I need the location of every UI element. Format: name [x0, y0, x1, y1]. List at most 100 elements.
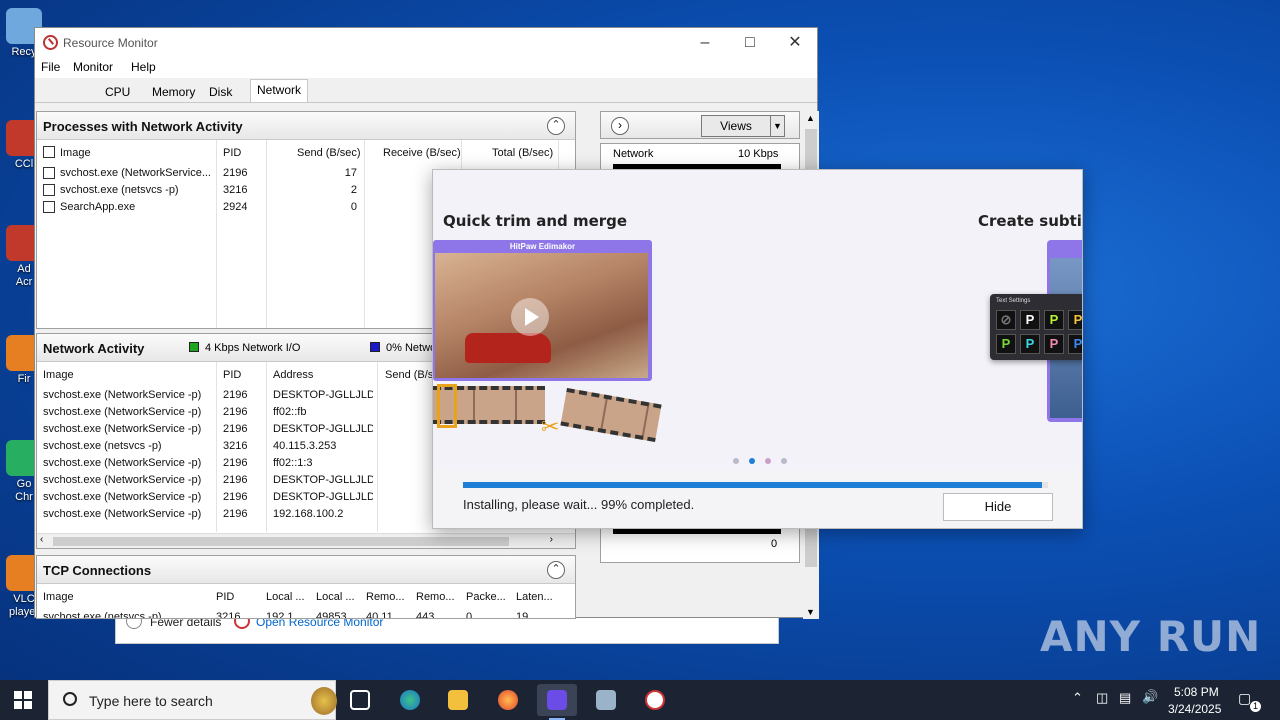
column-header[interactable]: Packe...: [466, 591, 506, 603]
tcp-panel-header[interactable]: TCP Connections ⌃: [37, 556, 575, 584]
maximize-button[interactable]: □: [730, 32, 770, 54]
column-header[interactable]: Remo...: [416, 591, 455, 603]
file-explorer-icon[interactable]: [438, 684, 478, 716]
cell-address: ff02::1:3: [273, 457, 313, 469]
carousel-dot[interactable]: [733, 458, 739, 464]
scroll-up-icon[interactable]: ▲: [806, 113, 815, 123]
resource-monitor-taskbar-icon[interactable]: [635, 684, 675, 716]
collapse-icon[interactable]: ⌃: [547, 117, 565, 135]
text-style-cyan: P: [1020, 334, 1040, 354]
cell-pid: 2196: [223, 389, 248, 401]
text-settings-label: Text Settings: [996, 298, 1031, 304]
network-icon[interactable]: ▤: [1119, 690, 1131, 706]
cell-send: 0: [350, 201, 357, 213]
carousel-dots[interactable]: [733, 453, 797, 467]
column-receive[interactable]: Receive (B/sec): [383, 147, 461, 159]
column-header[interactable]: Local ...: [316, 591, 355, 603]
cell-image: svchost.exe (NetworkService -p): [43, 491, 202, 503]
carousel-dot[interactable]: [765, 458, 771, 464]
text-settings-panel: Text Settings ⊘ P P P P P P P: [990, 294, 1082, 360]
title-bar[interactable]: Resource Monitor – □ ✕: [35, 28, 817, 58]
menu-file[interactable]: File: [41, 60, 60, 74]
search-placeholder: Type here to search: [89, 693, 213, 709]
scissors-icon: ✂: [541, 414, 560, 439]
scroll-thumb[interactable]: [53, 537, 509, 546]
firefox-icon[interactable]: [488, 684, 528, 716]
table-header: Image PID Send (B/sec) Receive (B/sec) T…: [37, 144, 575, 161]
clock-date[interactable]: 3/24/2025: [1168, 702, 1221, 716]
edge-icon[interactable]: [390, 684, 430, 716]
scroll-left-icon[interactable]: ‹: [40, 534, 43, 545]
column-header[interactable]: Remo...: [366, 591, 405, 603]
cell-address: DESKTOP-JGLLJLD: [273, 389, 373, 401]
close-button[interactable]: ✕: [775, 32, 815, 54]
tab-disk[interactable]: Disk: [203, 82, 238, 102]
slide-heading-subtitle: Create subtitle: [978, 212, 1082, 230]
installer-window: Quick trim and merge Create subtitle Hit…: [432, 169, 1083, 529]
column-header[interactable]: Laten...: [516, 591, 553, 603]
expand-icon[interactable]: ›: [611, 117, 629, 135]
show-hidden-icons[interactable]: ⌃: [1072, 690, 1083, 706]
column-pid[interactable]: PID: [223, 147, 241, 159]
cell-address: DESKTOP-JGLLJLD: [273, 474, 373, 486]
column-send[interactable]: Send (B/sec): [297, 147, 361, 159]
taskbar-search-box[interactable]: Type here to search: [48, 680, 337, 720]
cell-address: DESKTOP-JGLLJLD: [273, 491, 373, 503]
security-icon[interactable]: ◫: [1096, 690, 1108, 706]
cell-image: svchost.exe (netsvcs -p): [43, 611, 162, 619]
cell-pid: 3216: [223, 184, 248, 196]
carousel-dot[interactable]: [781, 458, 787, 464]
panel-title: TCP Connections: [43, 563, 152, 578]
tab-network[interactable]: Network: [250, 79, 309, 102]
minimize-button[interactable]: –: [685, 32, 725, 54]
cell-pid: 2196: [223, 491, 248, 503]
search-highlight-icon: [311, 687, 337, 715]
processes-panel-header[interactable]: Processes with Network Activity ⌃: [37, 112, 575, 140]
column-image[interactable]: Image: [43, 369, 74, 381]
window-title: Resource Monitor: [63, 36, 158, 50]
select-all-checkbox[interactable]: [43, 146, 55, 158]
network-graph-label: Network: [613, 148, 654, 160]
scroll-down-icon[interactable]: ▼: [806, 607, 815, 617]
cell-image: svchost.exe (NetworkService -p): [43, 457, 202, 469]
cell-image: svchost.exe (netsvcs -p): [43, 440, 162, 452]
panel-title: Processes with Network Activity: [43, 119, 243, 134]
search-icon: [63, 692, 77, 706]
volume-icon[interactable]: 🔊: [1142, 689, 1158, 705]
column-total[interactable]: Total (B/sec): [492, 147, 553, 159]
cell-pid: 2196: [223, 508, 248, 520]
task-view-icon[interactable]: [340, 684, 380, 716]
menu-help[interactable]: Help: [131, 60, 156, 74]
table-row[interactable]: svchost.exe (netsvcs -p) 3216 192.1 49853 40…: [37, 609, 575, 619]
task-manager-icon[interactable]: [586, 684, 626, 716]
cell-image: svchost.exe (NetworkService -p): [43, 423, 202, 435]
row-checkbox[interactable]: [43, 201, 55, 213]
windows-start-icon[interactable]: [14, 691, 32, 709]
row-checkbox[interactable]: [43, 167, 55, 179]
clock-time[interactable]: 5:08 PM: [1174, 685, 1219, 699]
column-header[interactable]: Local ...: [266, 591, 305, 603]
column-header[interactable]: PID: [216, 591, 234, 603]
network-graph-scale: 10 Kbps: [738, 148, 779, 160]
cell-address: ff02::fb: [273, 406, 307, 418]
column-header[interactable]: Image: [43, 591, 74, 603]
cell-pid: 2196: [223, 406, 248, 418]
carousel-dot[interactable]: [749, 458, 755, 464]
tab-memory[interactable]: Memory: [146, 82, 201, 102]
tab-cpu[interactable]: CPU: [99, 82, 136, 102]
views-dropdown[interactable]: Views ▼: [701, 115, 785, 137]
hide-button[interactable]: Hide: [943, 493, 1053, 521]
column-image[interactable]: Image: [60, 147, 91, 159]
column-address[interactable]: Address: [273, 369, 313, 381]
horizontal-scrollbar[interactable]: ‹ ›: [37, 533, 575, 548]
scroll-right-icon[interactable]: ›: [550, 534, 553, 545]
edimakor-taskbar-icon[interactable]: [537, 684, 577, 720]
column-pid[interactable]: PID: [223, 369, 241, 381]
row-checkbox[interactable]: [43, 184, 55, 196]
cell-address: DESKTOP-JGLLJLD: [273, 423, 373, 435]
menu-monitor[interactable]: Monitor: [73, 60, 113, 74]
blue-legend-swatch: [370, 342, 380, 352]
cell-image: SearchApp.exe: [60, 201, 136, 213]
collapse-icon[interactable]: ⌃: [547, 561, 565, 579]
text-style-white: P: [1020, 310, 1040, 330]
